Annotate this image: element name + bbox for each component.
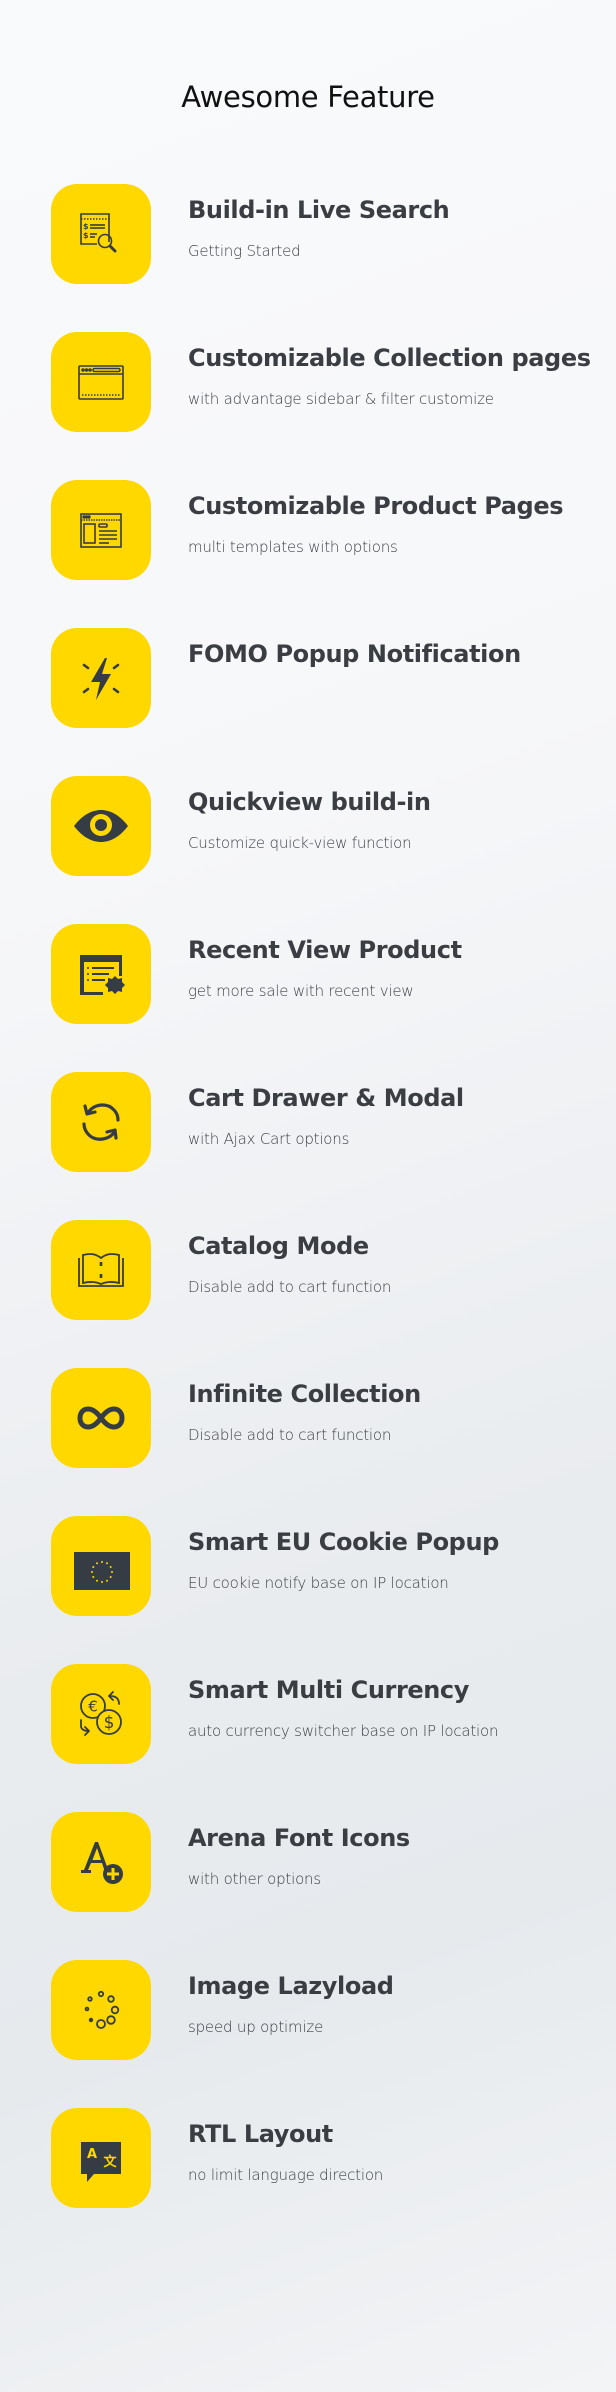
feature-item-multi-currency: € $ Smart Multi Currency auto currency s… — [51, 1664, 591, 1812]
feature-description: Disable add to cart function — [188, 1426, 392, 1444]
eu-flag-icon — [74, 1552, 130, 1590]
feature-description: Customize quick-view function — [188, 834, 412, 852]
svg-text:€: € — [88, 1698, 98, 1716]
search-invoice-icon: $ $ — [80, 213, 117, 253]
feature-description: Getting Started — [188, 242, 301, 260]
feature-title: Customizable Collection pages — [188, 344, 591, 372]
feature-icon-box — [51, 1516, 151, 1616]
refresh-icon — [82, 1103, 120, 1141]
svg-text:$: $ — [83, 231, 89, 240]
feature-icon-box — [51, 1960, 151, 2060]
feature-title: Arena Font Icons — [188, 1824, 410, 1852]
feature-icon-box — [51, 924, 151, 1024]
feature-icon-box — [51, 332, 151, 432]
feature-description: multi templates with options — [188, 538, 398, 556]
feature-list: $ $ Build-in Live Search Getting Started… — [51, 184, 591, 2256]
feature-item-live-search: $ $ Build-in Live Search Getting Started — [51, 184, 591, 332]
font-add-icon — [81, 1842, 123, 1884]
lightning-icon — [82, 658, 120, 700]
feature-description: Disable add to cart function — [188, 1278, 392, 1296]
page-layout-icon — [80, 513, 122, 548]
currency-exchange-icon: € $ — [80, 1691, 122, 1736]
feature-item-collection-pages: Customizable Collection pages with advan… — [51, 332, 591, 480]
recent-list-badge-icon — [80, 955, 125, 995]
page-title: Awesome Feature — [181, 80, 435, 114]
feature-description: speed up optimize — [188, 2018, 324, 2036]
svg-text:文: 文 — [103, 2154, 117, 2170]
feature-item-catalog-mode: Catalog Mode Disable add to cart functio… — [51, 1220, 591, 1368]
feature-title: Image Lazyload — [188, 1972, 394, 2000]
feature-title: Build-in Live Search — [188, 196, 450, 224]
feature-title: Recent View Product — [188, 936, 462, 964]
svg-text:$: $ — [104, 1713, 115, 1733]
browser-window-icon — [78, 365, 124, 400]
feature-title: FOMO Popup Notification — [188, 640, 521, 668]
feature-title: Quickview build-in — [188, 788, 431, 816]
feature-title: Smart Multi Currency — [188, 1676, 470, 1704]
feature-icon-box: € $ — [51, 1664, 151, 1764]
feature-description: no limit language direction — [188, 2166, 384, 2184]
svg-text:$: $ — [83, 222, 89, 231]
feature-item-quickview: Quickview build-in Customize quick-view … — [51, 776, 591, 924]
feature-title: Customizable Product Pages — [188, 492, 564, 520]
feature-item-infinite-collection: Infinite Collection Disable add to cart … — [51, 1368, 591, 1516]
feature-item-recent-view: Recent View Product get more sale with r… — [51, 924, 591, 1072]
translate-icon: A 文 — [81, 2142, 121, 2182]
feature-item-image-lazyload: Image Lazyload speed up optimize — [51, 1960, 591, 2108]
feature-icon-box: $ $ — [51, 184, 151, 284]
feature-title: Catalog Mode — [188, 1232, 369, 1260]
feature-item-font-icons: Arena Font Icons with other options — [51, 1812, 591, 1960]
feature-item-fomo-popup: FOMO Popup Notification — [51, 628, 591, 776]
feature-item-cart-drawer: Cart Drawer & Modal with Ajax Cart optio… — [51, 1072, 591, 1220]
feature-icon-box — [51, 1220, 151, 1320]
feature-icon-box: A 文 — [51, 2108, 151, 2208]
feature-title: Infinite Collection — [188, 1380, 421, 1408]
infinity-icon — [77, 1406, 125, 1430]
feature-description: EU cookie notify base on IP location — [188, 1574, 449, 1592]
feature-item-rtl-layout: A 文 RTL Layout no limit language directi… — [51, 2108, 591, 2256]
feature-description: get more sale with recent view — [188, 982, 414, 1000]
open-book-icon — [78, 1253, 124, 1287]
feature-icon-box — [51, 776, 151, 876]
feature-icon-box — [51, 1368, 151, 1468]
feature-title: Cart Drawer & Modal — [188, 1084, 464, 1112]
feature-item-eu-cookie: Smart EU Cookie Popup EU cookie notify b… — [51, 1516, 591, 1664]
feature-description: with Ajax Cart options — [188, 1130, 350, 1148]
feature-icon-box — [51, 628, 151, 728]
feature-icon-box — [51, 1072, 151, 1172]
svg-text:A: A — [87, 2147, 97, 2162]
feature-title: Smart EU Cookie Popup — [188, 1528, 499, 1556]
feature-item-product-pages: Customizable Product Pages multi templat… — [51, 480, 591, 628]
feature-description: with advantage sidebar & filter customiz… — [188, 390, 494, 408]
feature-title: RTL Layout — [188, 2120, 333, 2148]
feature-description: with other options — [188, 1870, 321, 1888]
feature-icon-box — [51, 1812, 151, 1912]
loading-spinner-icon — [84, 1990, 120, 2029]
feature-description: auto currency switcher base on IP locati… — [188, 1722, 499, 1740]
eye-icon — [74, 810, 128, 842]
feature-icon-box — [51, 480, 151, 580]
